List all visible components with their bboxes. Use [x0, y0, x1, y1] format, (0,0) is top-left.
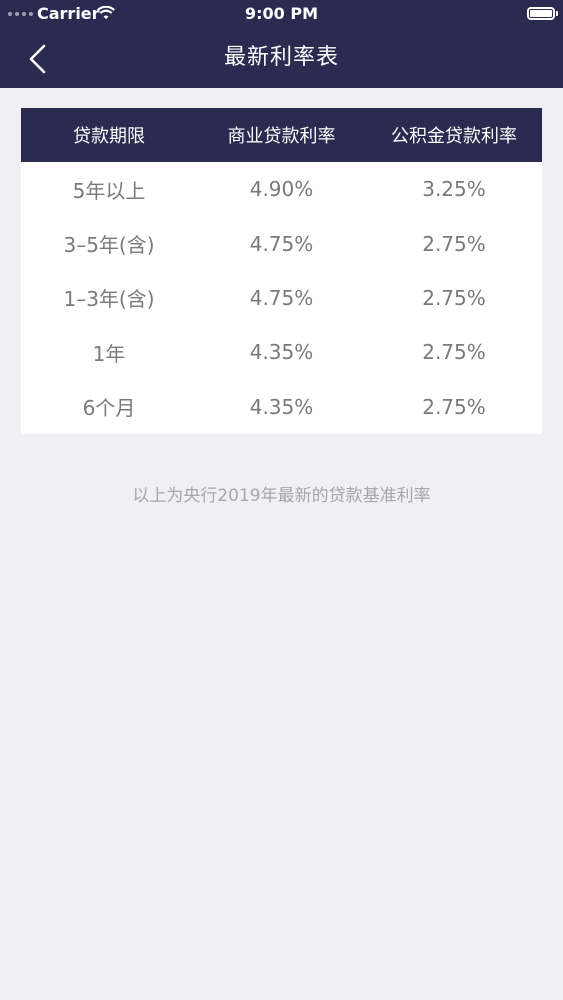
table-row: 1年 4.35% 2.75% — [21, 325, 542, 379]
table-row: 3–5年(含) 4.75% 2.75% — [21, 216, 542, 270]
term-cell: 1–3年(含) — [63, 287, 155, 312]
term-cell: 5年以上 — [72, 178, 146, 203]
nav-bar: 最新利率表 — [0, 28, 563, 88]
table-row: 6个月 4.35% 2.75% — [21, 380, 542, 434]
page-title: 最新利率表 — [223, 45, 339, 70]
rate-table: 贷款期限 商业贷款利率 公积金贷款利率 5年以上 4.90% 3.25% 3–5… — [21, 108, 542, 434]
commercial-rate-cell: 4.75% — [249, 285, 314, 310]
table-row: 5年以上 4.90% 3.25% — [21, 162, 542, 216]
provident-rate-cell: 2.75% — [422, 285, 486, 310]
table-body: 5年以上 4.90% 3.25% 3–5年(含) 4.75% 2.75% 1–3… — [21, 162, 542, 434]
term-cell: 3–5年(含) — [63, 233, 155, 258]
status-time: 9:00 PM — [244, 4, 318, 23]
table-row: 1–3年(含) 4.75% 2.75% — [21, 271, 542, 325]
commercial-rate-cell: 4.35% — [249, 394, 314, 419]
status-bar: Carrier 9:00 PM — [0, 0, 563, 28]
provident-rate-cell: 2.75% — [422, 340, 486, 365]
battery-icon — [527, 7, 558, 20]
header-term: 贷款期限 — [73, 126, 145, 147]
rate-footnote: 以上为央行2019年最新的贷款基准利率 — [132, 486, 431, 506]
provident-rate-cell: 2.75% — [422, 394, 486, 419]
header-commercial-rate: 商业贷款利率 — [227, 126, 336, 147]
commercial-rate-cell: 4.75% — [249, 231, 314, 256]
app-header: Carrier 9:00 PM 最新利率表 — [0, 0, 563, 88]
term-cell: 1年 — [92, 341, 126, 366]
commercial-rate-cell: 4.90% — [249, 177, 314, 202]
provident-rate-cell: 2.75% — [422, 231, 486, 256]
header-provident-rate: 公积金贷款利率 — [391, 126, 517, 147]
commercial-rate-cell: 4.35% — [249, 340, 314, 365]
term-cell: 6个月 — [82, 396, 136, 421]
provident-rate-cell: 3.25% — [422, 177, 486, 202]
table-header: 贷款期限 商业贷款利率 公积金贷款利率 — [21, 108, 542, 162]
